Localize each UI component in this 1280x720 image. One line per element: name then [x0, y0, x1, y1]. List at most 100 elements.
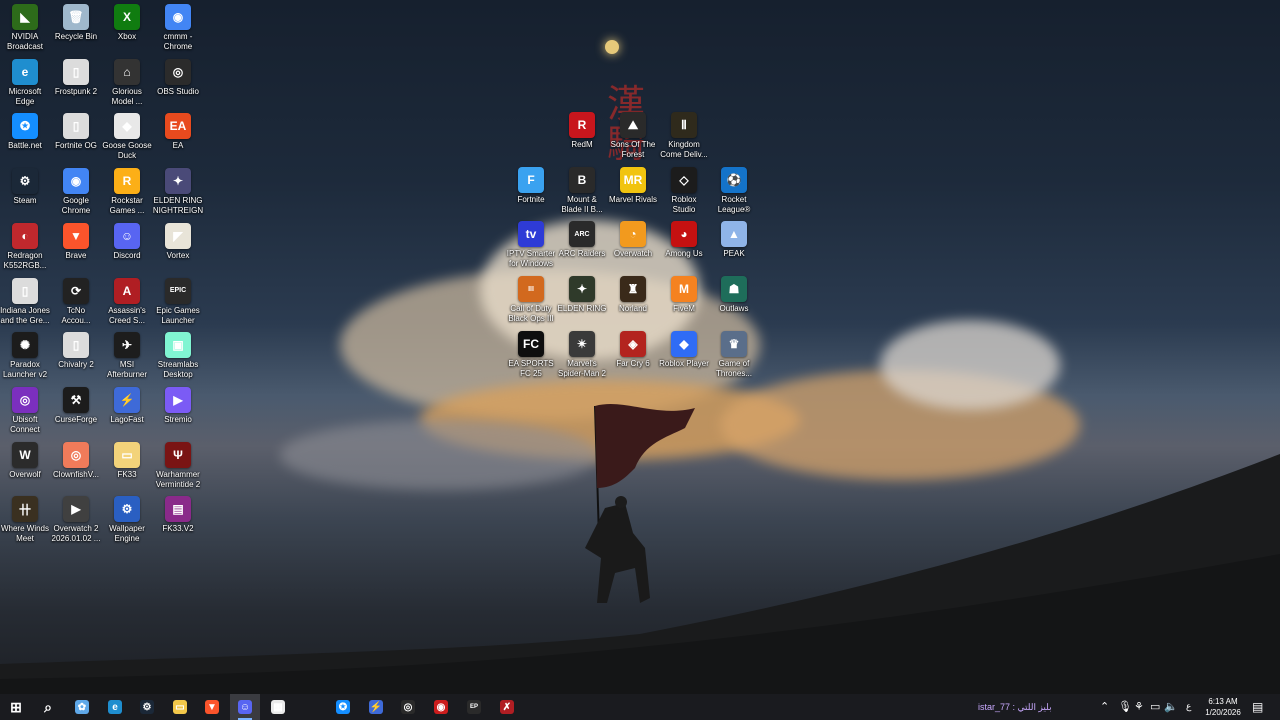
desktop-shortcut[interactable]: ◕ Among Us — [659, 221, 709, 259]
desktop-shortcut-label: Paradox Launcher v2 — [2, 360, 48, 380]
desktop-shortcut[interactable]: ◈ Far Cry 6 — [608, 330, 658, 369]
desktop-shortcut[interactable]: tv IPTV Smarter for Windows — [506, 221, 556, 269]
taskbar-epic-button[interactable]: EP — [459, 694, 489, 720]
desktop-shortcut[interactable]: ▯ Indiana Jones and the Gre... — [0, 277, 50, 326]
desktop-shortcut[interactable]: Ψ Warhammer Vermintide 2 — [153, 441, 203, 490]
desktop-shortcut-label: ClownfishV... — [53, 469, 99, 479]
taskbar-start-button[interactable]: ⊞ — [1, 694, 31, 720]
desktop-shortcut-label: cmmm - Chrome — [163, 32, 193, 51]
desktop-shortcut[interactable]: ♛ Game of Thrones... — [709, 330, 759, 379]
desktop-shortcut[interactable]: 卄 Where Winds Meet — [0, 496, 50, 544]
desktop-shortcut[interactable]: ◉ cmmm - Chrome — [153, 4, 203, 52]
desktop-shortcut[interactable]: ▣ Streamlabs Desktop — [153, 332, 203, 380]
desktop-shortcut[interactable]: ▯ Fortnite OG — [51, 113, 101, 151]
desktop-shortcut[interactable]: ◇ Roblox Studio — [659, 166, 709, 215]
desktop-shortcut[interactable]: ◉ Google Chrome — [51, 168, 101, 216]
desktop-shortcut[interactable]: ◤ Vortex — [153, 222, 203, 261]
taskbar-file-explorer-button[interactable]: ▭ — [165, 694, 195, 720]
taskbar-calculator-button[interactable]: ▦ — [263, 694, 293, 720]
desktop-shortcut[interactable]: ☗ Outlaws — [709, 276, 759, 314]
desktop-shortcut[interactable]: ✈ MSI Afterburner — [102, 332, 152, 380]
taskbar-copilot-button[interactable]: ✿ — [67, 694, 97, 720]
desktop-shortcut[interactable]: ⟳ TcNo Accou... — [51, 277, 101, 326]
notification-icon[interactable]: ▤ — [1252, 700, 1263, 714]
lagofast-icon: ⚡ — [114, 386, 140, 413]
desktop-shortcut[interactable]: ◎ OBS Studio — [153, 58, 203, 97]
desktop-shortcut[interactable]: 🗑 Recycle Bin — [51, 4, 101, 42]
taskbar-steam-button[interactable]: ⚙ — [132, 694, 162, 720]
volume-icon[interactable]: 🔈 — [1164, 700, 1178, 713]
desktop-shortcut[interactable]: X Xbox — [102, 4, 152, 42]
desktop-shortcut-label: Where Winds Meet — [0, 524, 49, 544]
desktop-shortcut[interactable]: ▲ PEAK — [709, 221, 759, 259]
desktop-shortcut[interactable]: ▤ FK33.V2 — [153, 496, 203, 534]
desktop-shortcut[interactable]: ◆ Roblox Player — [659, 330, 709, 369]
desktop-shortcut[interactable]: ⛰ Sons Of The Forest — [608, 112, 658, 160]
desktop-shortcut[interactable]: III Call of Duty Black Ops III — [506, 276, 556, 324]
desktop-shortcut[interactable]: ▶ Overwatch 2 2026.01.02 ... — [51, 496, 101, 544]
desktop-shortcut[interactable]: ⌂ Glorious Model ... — [102, 58, 152, 107]
network-icon[interactable]: ⚘ — [1134, 700, 1144, 713]
clock[interactable]: 6:13 AM 1/20/2026 — [1198, 696, 1248, 718]
desktop-shortcut[interactable]: FC EA SPORTS FC 25 — [506, 330, 556, 379]
taskbar-brave-button[interactable]: ▼ — [197, 694, 227, 720]
desktop-shortcut[interactable]: e Microsoft Edge — [0, 58, 50, 107]
battery-icon[interactable]: ▭ — [1150, 700, 1160, 713]
desktop-shortcut[interactable]: EA EA — [153, 113, 203, 151]
desktop-shortcut[interactable]: ✪ Battle.net — [0, 113, 50, 151]
desktop-shortcut-label: CurseForge — [54, 414, 98, 424]
taskbar-tool-button[interactable]: ✗ — [492, 694, 522, 720]
desktop-shortcut[interactable]: ✴ Marvel's Spider-Man 2 — [557, 330, 607, 379]
steam-icon: ◎ — [401, 700, 415, 714]
desktop-shortcut[interactable]: EPIC Epic Games Launcher — [153, 277, 203, 326]
taskbar-search-button[interactable]: ⌕ — [33, 694, 63, 720]
desktop-shortcut[interactable]: ◎ Ubisoft Connect — [0, 386, 50, 435]
desktop-shortcut[interactable]: A Assassin's Creed S... — [102, 277, 152, 326]
desktop-shortcut[interactable]: ⚙ Wallpaper Engine — [102, 496, 152, 544]
desktop-shortcut[interactable]: ◔ Overwatch — [608, 221, 658, 259]
desktop-shortcut[interactable]: ♜ Norland — [608, 276, 658, 314]
desktop-shortcut[interactable]: F Fortnite — [506, 166, 556, 205]
desktop-shortcut[interactable]: W Overwolf — [0, 441, 50, 480]
taskbar-lagofast-button[interactable]: ⚡ — [361, 694, 391, 720]
desktop-shortcut[interactable]: ⚡ LagoFast — [102, 386, 152, 425]
desktop-shortcut[interactable]: ◆ Goose Goose Duck — [102, 113, 152, 161]
desktop-shortcut[interactable]: B Mount & Blade II B... — [557, 166, 607, 215]
desktop-shortcut[interactable]: ◎ ClownfishV... — [51, 441, 101, 480]
taskbar-battlenet-button[interactable]: ✪ — [328, 694, 358, 720]
desktop-shortcut[interactable]: M FiveM — [659, 276, 709, 314]
desktop-shortcut-label: FK33 — [117, 469, 137, 479]
desktop-shortcut[interactable]: ⚙ Steam — [0, 168, 50, 206]
desktop-shortcut[interactable]: ✺ Paradox Launcher v2 — [0, 332, 50, 380]
desktop-shortcut[interactable]: ▭ FK33 — [102, 441, 152, 480]
desktop-shortcut[interactable]: ⚒ CurseForge — [51, 386, 101, 425]
desktop-shortcut[interactable]: ▼ Brave — [51, 222, 101, 261]
desktop-shortcut[interactable]: ✦ ELDEN RING NIGHTREIGN — [153, 168, 203, 216]
desktop-shortcut[interactable]: MR Marvel Rivals — [608, 166, 658, 205]
desktop-shortcut[interactable]: Ⅱ Kingdom Come Deliv... — [659, 112, 709, 160]
taskbar-discord-button[interactable]: ☺ — [230, 694, 260, 720]
tray-chevron-icon[interactable]: ⌃ — [1100, 700, 1109, 713]
fortnite-icon: F — [518, 166, 544, 193]
desktop-shortcut[interactable]: ▯ Frostpunk 2 — [51, 58, 101, 97]
taskbar-media-button[interactable]: ◉ — [426, 694, 456, 720]
vermintide-icon: Ψ — [165, 441, 191, 468]
desktop-shortcut[interactable]: ◐ Redragon K552RGB... — [0, 222, 50, 271]
input-language[interactable]: ع — [1186, 701, 1191, 712]
desktop-shortcut[interactable]: R Rockstar Games ... — [102, 168, 152, 216]
microphone-icon[interactable]: 🎙 — [1118, 700, 1132, 713]
desktop-shortcut-label: Outlaws — [719, 304, 749, 314]
file-icon: ▯ — [63, 58, 89, 85]
desktop-shortcut-label: Sons Of The Forest — [610, 140, 656, 159]
desktop-shortcut[interactable]: R RedM — [557, 112, 607, 150]
desktop-shortcut[interactable]: ✦ ELDEN RING — [557, 276, 607, 314]
desktop-shortcut[interactable]: ◣ NVIDIA Broadcast — [0, 4, 50, 52]
taskbar-edge-button[interactable]: e — [100, 694, 130, 720]
desktop-shortcut[interactable]: ARC ARC Raiders — [557, 221, 607, 259]
desktop-shortcut[interactable]: ▶ Stremio — [153, 386, 203, 425]
desktop-shortcut[interactable]: ▯ Chivalry 2 — [51, 332, 101, 370]
desktop-shortcut[interactable]: ⚽ Rocket League® — [709, 166, 759, 215]
chrome-icon: ◉ — [165, 4, 191, 30]
desktop-shortcut[interactable]: ☺ Discord — [102, 222, 152, 261]
taskbar-steam-alt-button[interactable]: ◎ — [393, 694, 423, 720]
